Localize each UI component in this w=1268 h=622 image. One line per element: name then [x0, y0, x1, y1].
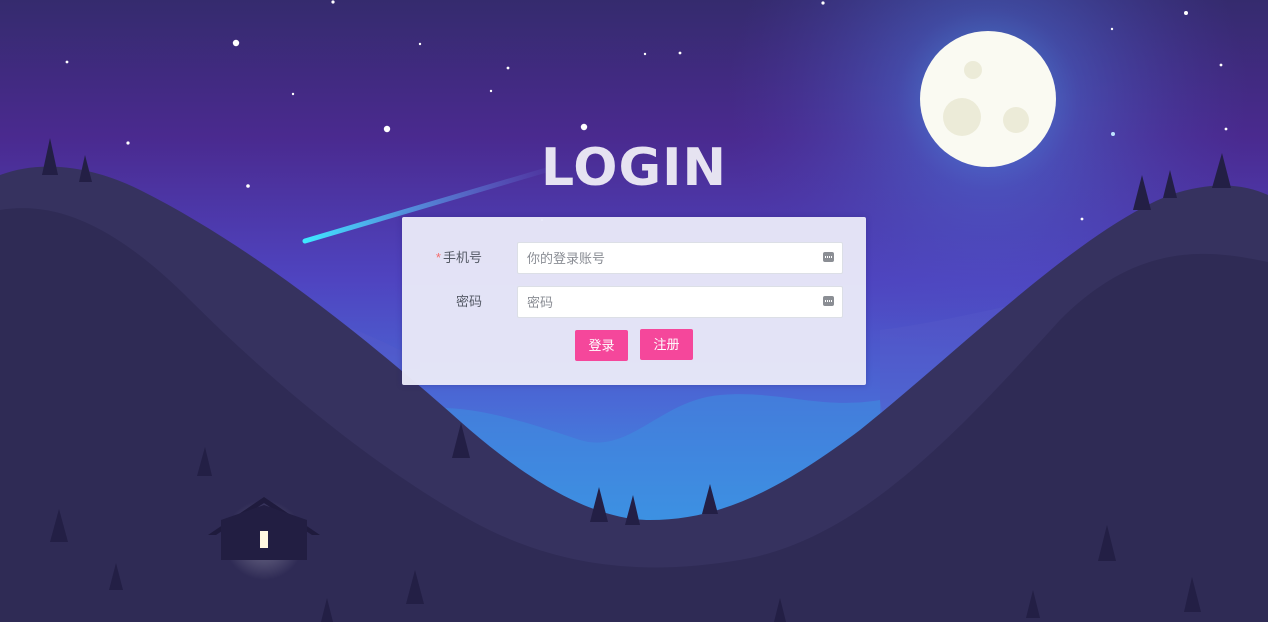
password-label-text: 密码 [455, 294, 482, 309]
password-manager-key-icon[interactable] [823, 296, 834, 306]
required-mark: * [435, 250, 441, 265]
password-input[interactable] [518, 287, 817, 317]
phone-label: * 手机号 [402, 242, 482, 274]
register-button[interactable]: 注册 [640, 329, 693, 360]
password-form-row: 密码 [402, 286, 866, 318]
login-form-panel: *手机号 密码 登录 注册 [402, 217, 866, 385]
phone-label-text: 手机号 [442, 250, 482, 265]
login-button[interactable]: 登录 [575, 330, 628, 361]
phone-form-row: * 手机号 [402, 242, 866, 274]
phone-input[interactable] [518, 243, 817, 273]
login-page: LOGIN *手机号 密码 登录 注册 [0, 0, 1268, 622]
password-input-box [517, 286, 843, 318]
phone-input-box [517, 242, 843, 274]
password-label: 密码 [402, 286, 482, 318]
login-title: LOGIN [540, 138, 728, 198]
password-manager-key-icon[interactable] [823, 252, 834, 262]
